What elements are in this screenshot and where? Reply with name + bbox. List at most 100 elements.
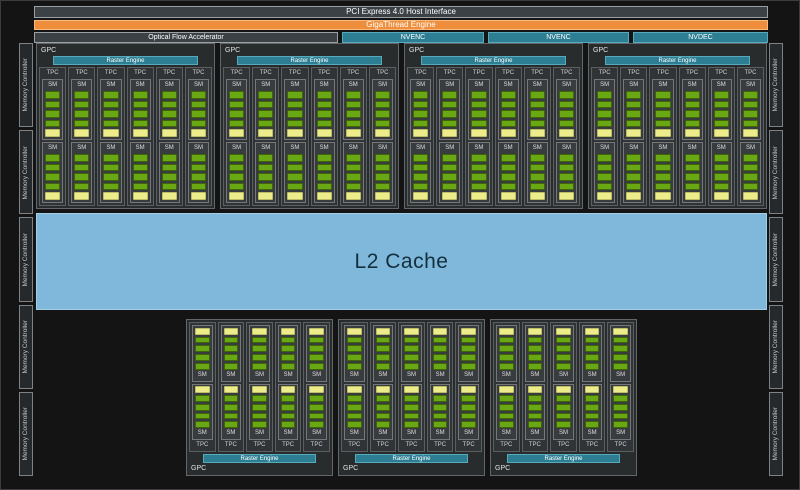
sm-block: SM [187, 79, 210, 140]
tpc-label: TPC [163, 70, 176, 76]
special-function-row [597, 192, 613, 200]
cuda-core-row [74, 173, 90, 181]
special-function-row [500, 129, 516, 137]
special-function-row [655, 192, 671, 200]
tpc-label: TPC [502, 70, 515, 76]
special-function-row [229, 129, 245, 137]
special-function-row [375, 327, 391, 335]
sm-label: SM [658, 145, 668, 151]
sm-block: SM [249, 325, 270, 382]
memory-controller-label: Memory Controller [771, 319, 779, 374]
cuda-core-row [132, 154, 148, 162]
gpc-block-bottom-1: GPC Raster Engine TPC SM SM TPC SM SM TPC SM SM TPC… [186, 319, 333, 476]
cuda-core-row [527, 395, 543, 402]
special-function-row [613, 386, 628, 394]
sm-label: SM [435, 371, 445, 378]
cuda-core-row [309, 345, 324, 353]
cuda-core-row [558, 163, 575, 172]
special-function-row [258, 192, 274, 200]
sm-label: SM [48, 82, 58, 88]
memory-controller-label: Memory Controller [21, 407, 29, 461]
raster-engine-bar: Raster Engine [605, 56, 750, 65]
sm-block: SM [439, 79, 461, 140]
cuda-core-row [404, 362, 419, 370]
sm-block: SM [100, 142, 122, 203]
sm-label: SM [348, 82, 358, 88]
special-function-row [500, 192, 516, 200]
cuda-core-row [442, 182, 458, 191]
cuda-core-row [347, 395, 362, 402]
special-function-row [252, 327, 267, 335]
sm-label: SM [716, 145, 726, 151]
sm-label: SM [600, 82, 610, 88]
cuda-core-row [500, 182, 516, 191]
gpc-block-top-4: GPC Raster Engine TPC SM SM TPC SM SM TPC SM SM TPC… [588, 43, 767, 209]
sm-block: SM [581, 325, 603, 382]
cuda-core-row [742, 173, 759, 181]
raster-engine-bar: Raster Engine [355, 454, 468, 463]
cuda-core-row [461, 412, 476, 420]
cuda-core-row [190, 110, 207, 118]
cuda-core-row [229, 154, 245, 162]
sm-block: SM [42, 142, 64, 203]
cuda-core-row [442, 100, 458, 109]
sm-block: SM [468, 79, 490, 140]
cuda-core-row [161, 154, 177, 162]
sm-label: SM [503, 145, 513, 151]
cuda-core-row [223, 395, 239, 402]
cuda-core-row [713, 173, 729, 181]
sm-block: SM [739, 79, 762, 140]
special-function-row [161, 129, 177, 137]
sm-label: SM [600, 145, 610, 151]
sm-label: SM [406, 430, 416, 436]
cuda-core-row [74, 110, 90, 118]
tpc-label: TPC [253, 442, 266, 448]
cuda-core-row [347, 354, 362, 361]
cuda-core-row [287, 119, 303, 128]
cuda-core-row [258, 100, 274, 109]
tpc-label: TPC [348, 442, 361, 448]
tpc-label: TPC [414, 70, 427, 76]
sm-label: SM [716, 82, 726, 88]
cuda-core-row [161, 110, 177, 118]
cuda-core-row [742, 110, 759, 118]
cuda-core-row [626, 154, 642, 162]
cuda-core-row [432, 421, 448, 428]
cuda-core-row [404, 345, 419, 353]
sm-label: SM [629, 82, 639, 88]
sm-block: SM [372, 383, 394, 440]
tpc-block: TPC SM SM [607, 322, 634, 452]
tpc-label: TPC [192, 70, 205, 76]
cuda-core-row [287, 91, 303, 99]
cuda-core-row [713, 163, 729, 172]
special-function-row [529, 192, 545, 200]
cuda-core-row [442, 163, 458, 172]
cuda-core-row [626, 100, 642, 109]
cuda-core-row [223, 403, 239, 411]
tpc-label: TPC [715, 70, 728, 76]
sm-block: SM [496, 383, 517, 440]
memory-controller-block: Memory Controller [769, 391, 783, 477]
cuda-core-row [499, 421, 514, 428]
tpc-row: TPC SM SM TPC SM SM TPC SM SM TPC SM SM TPC SM SM TPC SM… [223, 67, 397, 206]
cuda-core-row [499, 362, 514, 370]
special-function-row [345, 192, 361, 200]
cuda-core-row [375, 412, 391, 420]
special-function-row [558, 192, 575, 200]
sm-label: SM [558, 430, 568, 436]
special-function-row [74, 192, 90, 200]
memory-controller-column-left: Memory Controller Memory Controller Memory… [19, 43, 33, 477]
gpc-label: GPC [191, 465, 207, 472]
sm-label: SM [745, 82, 755, 88]
tpc-block: TPC SM SM [426, 322, 454, 452]
sm-block: SM [401, 383, 422, 440]
tpc-block: TPC SM SM [369, 322, 397, 452]
cuda-core-row [500, 163, 516, 172]
cuda-core-row [404, 395, 419, 402]
cuda-core-row [374, 173, 391, 181]
cuda-core-row [280, 421, 296, 428]
cuda-core-row [556, 362, 571, 370]
cuda-core-row [584, 362, 600, 370]
cuda-core-row [655, 154, 671, 162]
tpc-block: TPC SM SM [578, 322, 606, 452]
